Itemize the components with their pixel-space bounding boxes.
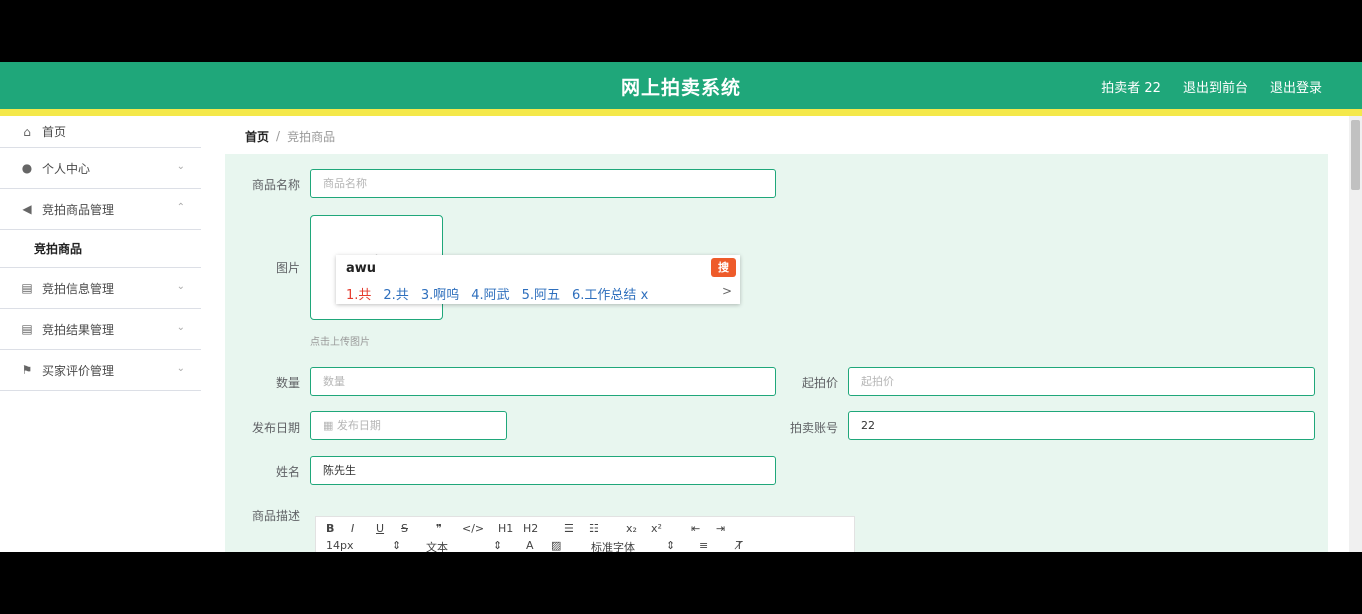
bullet-list-button[interactable]: ☷	[589, 522, 599, 535]
ordered-list-button[interactable]: ☰	[564, 522, 574, 535]
italic-button[interactable]: I	[351, 522, 354, 535]
chevron-up-icon: ⌃	[176, 202, 185, 213]
publish-date-label: 发布日期	[251, 421, 300, 435]
name-label: 商品名称	[251, 178, 300, 192]
flag-icon: ⚑	[21, 363, 33, 377]
chevron-down-icon: ⌄	[176, 161, 185, 172]
sidebar-item-goods[interactable]: ◀ 竞拍商品管理 ⌃	[0, 189, 201, 230]
ime-logo-icon: 搜	[711, 258, 736, 277]
name-input[interactable]: 商品名称	[310, 169, 776, 198]
top-bar: 网上拍卖系统 拍卖者 22 退出到前台 退出登录	[0, 62, 1362, 109]
header-actions: 拍卖者 22 退出到前台 退出登录	[1101, 77, 1322, 96]
chevron-down-icon: ⌄	[176, 281, 185, 292]
ime-next-page-button[interactable]: >	[722, 284, 732, 298]
font-color-icon[interactable]: A	[526, 539, 534, 552]
ime-candidate-popup: awu 搜 1.共 2.共 3.啊呜 4.阿武 5.阿五 6.工作总结 x >	[336, 255, 740, 304]
document-icon: ▤	[21, 281, 33, 295]
ime-candidate[interactable]: 3.啊呜	[421, 284, 459, 303]
user-icon: ●	[21, 161, 33, 175]
logout-link[interactable]: 退出登录	[1270, 77, 1322, 96]
sidebar-item-label: 首页	[42, 125, 67, 139]
sidebar-item-label: 竞拍信息管理	[42, 281, 115, 296]
indent-button[interactable]: ⇥	[716, 522, 725, 535]
sidebar-item-label: 竞拍商品管理	[42, 202, 115, 217]
ime-candidate[interactable]: 6.工作总结 x	[572, 284, 648, 303]
ime-candidate[interactable]: 4.阿武	[471, 284, 509, 303]
ime-typed-text: awu	[346, 261, 377, 276]
surname-label: 姓名	[275, 465, 300, 479]
ime-candidates: 1.共 2.共 3.啊呜 4.阿武 5.阿五 6.工作总结 x	[346, 284, 648, 303]
breadcrumb-home[interactable]: 首页	[245, 128, 269, 145]
background-color-icon[interactable]: ▨	[551, 539, 561, 552]
surname-input[interactable]: 陈先生	[310, 456, 776, 485]
quantity-label: 数量	[275, 376, 300, 390]
description-label: 商品描述	[251, 509, 300, 523]
calendar-icon: ▦	[323, 419, 337, 432]
sidebar-subitem-goods[interactable]: 竞拍商品	[0, 230, 201, 268]
ime-candidate[interactable]: 1.共	[346, 284, 371, 303]
chevron-updown-icon: ⇕	[493, 539, 503, 552]
header-accent-bar	[0, 109, 1362, 116]
chevron-updown-icon: ⇕	[392, 539, 402, 552]
sidebar-item-results[interactable]: ▤ 竞拍结果管理 ⌄	[0, 309, 201, 350]
ime-candidate[interactable]: 2.共	[383, 284, 408, 303]
auction-account-input[interactable]: 22	[848, 411, 1315, 440]
publish-date-placeholder: 发布日期	[336, 419, 381, 432]
blockquote-button[interactable]: ❞	[436, 522, 442, 535]
font-family-select[interactable]: 标准字体	[591, 539, 635, 552]
ime-candidate[interactable]: 5.阿五	[522, 284, 560, 303]
underline-button[interactable]: U	[376, 522, 384, 535]
home-icon: ⌂	[23, 124, 31, 139]
send-icon: ◀	[22, 202, 32, 216]
clear-format-icon[interactable]: T̸	[736, 539, 743, 552]
code-button[interactable]: </>	[462, 522, 484, 535]
start-price-label: 起拍价	[801, 376, 838, 390]
sidebar-item-label: 竞拍结果管理	[42, 322, 115, 337]
chevron-down-icon: ⌄	[176, 363, 185, 374]
back-to-front-link[interactable]: 退出到前台	[1183, 77, 1248, 96]
page-scrollbar[interactable]	[1349, 116, 1362, 552]
h2-button[interactable]: H2	[523, 522, 538, 535]
start-price-input[interactable]: 起拍价	[848, 367, 1315, 396]
image-label: 图片	[275, 261, 300, 275]
sidebar-item-profile[interactable]: ● 个人中心 ⌄	[0, 148, 201, 189]
current-user: 拍卖者 22	[1101, 81, 1161, 96]
document-icon: ▤	[21, 322, 33, 336]
chevron-down-icon: ⌄	[176, 322, 185, 333]
sidebar: ⌂ 首页 ● 个人中心 ⌄ ◀ 竞拍商品管理 ⌃ 竞拍商品 ▤ 竞拍信息管理 ⌄…	[0, 116, 201, 552]
auction-account-label: 拍卖账号	[789, 421, 838, 435]
strike-button[interactable]: S	[401, 522, 408, 535]
superscript-button[interactable]: x²	[651, 522, 662, 535]
align-icon[interactable]: ≡	[699, 539, 708, 552]
bold-button[interactable]: B	[326, 522, 334, 535]
breadcrumb-current: 竞拍商品	[287, 129, 336, 144]
outdent-button[interactable]: ⇤	[691, 522, 700, 535]
sidebar-item-reviews[interactable]: ⚑ 买家评价管理 ⌄	[0, 350, 201, 391]
rich-text-editor-toolbar: B I U S ❞ </> H1 H2 ☰ ☷ x₂ x² ⇤ ⇥ 14px ⇕…	[315, 516, 855, 552]
main-content: 首页 / 竞拍商品 商品名称 商品名称 图片 + 点击上传图片 数量 数量 起拍…	[225, 118, 1328, 552]
breadcrumb: 首页 / 竞拍商品	[225, 118, 1328, 154]
upload-hint: 点击上传图片	[310, 337, 370, 348]
sidebar-item-bids[interactable]: ▤ 竞拍信息管理 ⌄	[0, 268, 201, 309]
breadcrumb-separator: /	[276, 129, 281, 143]
h1-button[interactable]: H1	[498, 522, 513, 535]
chevron-updown-icon: ⇕	[666, 539, 676, 552]
scrollbar-thumb[interactable]	[1351, 120, 1360, 190]
quantity-input[interactable]: 数量	[310, 367, 776, 396]
sidebar-item-label: 买家评价管理	[42, 363, 115, 378]
publish-date-input[interactable]: ▦ 发布日期	[310, 411, 507, 440]
subscript-button[interactable]: x₂	[626, 522, 637, 535]
sidebar-item-home[interactable]: ⌂ 首页	[0, 116, 201, 148]
font-size-select[interactable]: 14px	[326, 539, 354, 552]
app-window: 网上拍卖系统 拍卖者 22 退出到前台 退出登录 ⌂ 首页 ● 个人中心 ⌄ ◀…	[0, 62, 1362, 552]
sidebar-item-label: 个人中心	[42, 161, 91, 176]
text-style-select[interactable]: 文本	[426, 539, 448, 552]
